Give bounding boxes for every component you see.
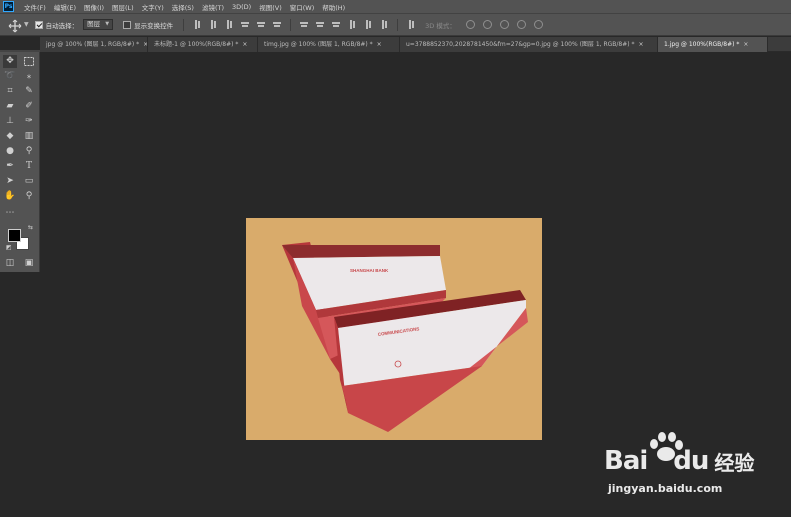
baidu-logo-text-b: du: [673, 446, 709, 476]
clone-stamp-icon[interactable]: ⊥: [3, 115, 17, 128]
zoom-tool-icon[interactable]: ⚲: [22, 190, 36, 203]
menu-window[interactable]: 窗口(W): [290, 2, 315, 12]
menu-help[interactable]: 帮助(H): [322, 2, 345, 12]
path-selection-icon[interactable]: ➤: [3, 175, 17, 188]
eraser-tool-icon[interactable]: ◆: [3, 130, 17, 143]
pen-tool-icon[interactable]: ✒: [3, 160, 17, 173]
distribute-right-icon[interactable]: [380, 20, 388, 29]
distribute-horizontal-center-icon[interactable]: [364, 20, 372, 29]
type-tool-icon[interactable]: T: [22, 160, 36, 173]
photoshop-logo: Ps: [3, 1, 14, 12]
distribute-bottom-icon[interactable]: [332, 20, 341, 29]
align-vertical-center-icon[interactable]: [209, 20, 217, 29]
menu-3d[interactable]: 3D(D): [232, 3, 251, 11]
drag-3d-icon[interactable]: [499, 20, 509, 29]
show-transform-label: 显示变换控件: [134, 21, 174, 30]
auto-select-label: 自动选择：: [45, 21, 79, 30]
tab-label: jpg @ 100% (图层 1, RGB/8#) *: [46, 41, 140, 48]
chevron-down-icon: ▼: [105, 21, 110, 27]
distribute-vertical-center-icon[interactable]: [316, 20, 325, 29]
brush-tool-icon[interactable]: ✐: [22, 100, 36, 113]
menu-type[interactable]: 文字(Y): [142, 2, 164, 12]
chevron-down-icon[interactable]: ▼: [24, 21, 29, 28]
align-top-icon[interactable]: [193, 20, 201, 29]
rectangular-marquee-icon[interactable]: [22, 55, 36, 68]
auto-select-dropdown[interactable]: 图层 ▼: [83, 19, 114, 30]
watermark-url: jingyan.baidu.com: [608, 482, 723, 495]
tab-document-active[interactable]: 1.jpg @ 100%(RGB/8#) * ×: [658, 37, 768, 52]
menu-bar: Ps 文件(F) 编辑(E) 图像(I) 图层(L) 文字(Y) 选择(S) 滤…: [0, 0, 791, 14]
tab-document-1[interactable]: jpg @ 100% (图层 1, RGB/8#) * ×: [40, 37, 148, 52]
eyedropper-icon[interactable]: ✎: [22, 85, 36, 98]
rotate-3d-icon[interactable]: [465, 20, 475, 29]
align-bottom-icon[interactable]: [225, 20, 233, 29]
rectangle-tool-icon[interactable]: ▭: [22, 175, 36, 188]
photoshop-window: Ps 文件(F) 编辑(E) 图像(I) 图层(L) 文字(Y) 选择(S) 滤…: [0, 0, 791, 517]
close-icon[interactable]: ×: [639, 41, 644, 48]
close-icon[interactable]: ×: [242, 41, 247, 48]
auto-align-layers-icon[interactable]: [407, 20, 415, 29]
tab-label: 未标题-1 @ 100%(RGB/8#) *: [154, 41, 239, 48]
auto-select-checkbox[interactable]: [34, 20, 43, 29]
menu-file[interactable]: 文件(F): [24, 2, 46, 12]
history-brush-icon[interactable]: ✑: [22, 115, 36, 128]
baidu-logo: Bai du 经验: [604, 444, 754, 478]
quick-mask-icon[interactable]: ◫: [3, 257, 17, 270]
menu-select[interactable]: 选择(S): [172, 2, 194, 12]
distribute-top-icon[interactable]: [300, 20, 309, 29]
menu-image[interactable]: 图像(I): [84, 2, 104, 12]
mode-3d-label: 3D 模式：: [425, 21, 456, 30]
tab-label: u=3788852370,2028781450&fm=27&gp=0.jpg @…: [406, 41, 635, 48]
jingyan-logo-text: 经验: [714, 450, 755, 475]
tools-panel: ✥ ➰ ⁎ ⌗ ✎ ▰ ✐ ⊥ ✑ ◆ ▥ ● ⚲ ✒ T ➤ ▭ ✋ ⚲ ⋯ …: [0, 50, 40, 272]
magic-wand-icon[interactable]: ⁎: [22, 70, 36, 83]
default-colors-icon[interactable]: ◩: [6, 244, 12, 251]
tab-label: 1.jpg @ 100%(RGB/8#) *: [664, 41, 740, 48]
scale-3d-icon[interactable]: [533, 20, 543, 29]
tab-document-4[interactable]: u=3788852370,2028781450&fm=27&gp=0.jpg @…: [400, 37, 658, 52]
menu-filter[interactable]: 滤镜(T): [202, 2, 224, 12]
tab-label: timg.jpg @ 100% (图层 1, RGB/8#) *: [264, 41, 373, 48]
more-tools-icon[interactable]: ⋯: [3, 207, 17, 220]
document-canvas-image[interactable]: SHANGHAI BANK COMMUNICATIONS: [246, 218, 542, 440]
distribute-left-icon[interactable]: [348, 20, 356, 29]
swap-colors-icon[interactable]: ⇆: [28, 224, 33, 231]
tab-document-3[interactable]: timg.jpg @ 100% (图层 1, RGB/8#) * ×: [258, 37, 400, 52]
menu-layer[interactable]: 图层(L): [112, 2, 134, 12]
menu-view[interactable]: 视图(V): [259, 2, 282, 12]
document-tab-bar: jpg @ 100% (图层 1, RGB/8#) * × 未标题-1 @ 100…: [40, 37, 791, 52]
lasso-tool-icon[interactable]: ➰: [3, 70, 17, 83]
slide-3d-icon[interactable]: [516, 20, 526, 29]
healing-brush-icon[interactable]: ▰: [3, 100, 17, 113]
panel-grip[interactable]: [0, 50, 40, 52]
foreground-color-swatch[interactable]: [8, 229, 21, 242]
close-icon[interactable]: ×: [377, 41, 382, 48]
baidu-logo-text-a: Bai: [604, 446, 648, 476]
tab-document-2[interactable]: 未标题-1 @ 100%(RGB/8#) * ×: [148, 37, 258, 52]
align-left-icon[interactable]: [241, 20, 250, 29]
close-icon[interactable]: ×: [743, 41, 748, 48]
crop-tool-icon[interactable]: ⌗: [3, 85, 17, 98]
gradient-tool-icon[interactable]: ▥: [22, 130, 36, 143]
divider: [183, 18, 185, 31]
back-box-lid-text: SHANGHAI BANK: [350, 268, 389, 273]
screen-mode-icon[interactable]: ▣: [22, 257, 36, 270]
product-photo: SHANGHAI BANK COMMUNICATIONS: [282, 242, 528, 432]
divider: [290, 18, 292, 31]
align-right-icon[interactable]: [273, 20, 282, 29]
dodge-tool-icon[interactable]: ⚲: [22, 145, 36, 158]
roll-3d-icon[interactable]: [482, 20, 492, 29]
options-bar: ▼ 自动选择： 图层 ▼ 显示变换控件 3D 模式：: [0, 14, 791, 36]
blur-tool-icon[interactable]: ●: [3, 145, 17, 158]
menu-edit[interactable]: 编辑(E): [54, 2, 76, 12]
move-tool-preset-icon[interactable]: [8, 18, 22, 32]
auto-select-value: 图层: [87, 20, 101, 28]
show-transform-checkbox[interactable]: [123, 20, 132, 29]
align-horizontal-center-icon[interactable]: [257, 20, 266, 29]
divider: [397, 18, 399, 31]
move-tool-icon[interactable]: ✥: [3, 55, 17, 68]
hand-tool-icon[interactable]: ✋: [3, 190, 17, 203]
baidu-jingyan-watermark: Bai du 经验 jingyan.baidu.com: [596, 430, 776, 500]
